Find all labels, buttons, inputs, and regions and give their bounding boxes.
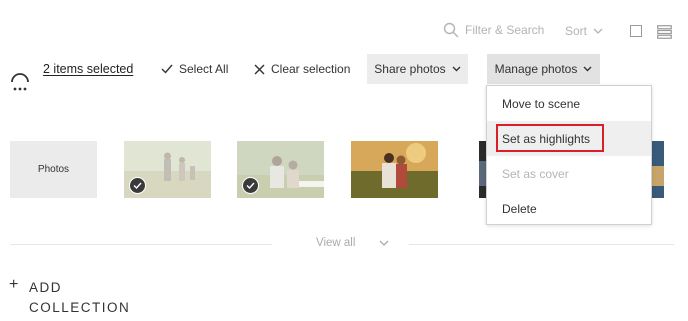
photo-thumbnail-2[interactable] xyxy=(237,141,324,198)
divider-left xyxy=(10,244,272,245)
divider-right xyxy=(409,244,674,245)
selected-check-icon[interactable] xyxy=(129,177,146,194)
annotation-highlight-box xyxy=(496,124,604,152)
select-all-button[interactable]: Select All xyxy=(161,62,228,76)
clear-selection-button[interactable]: Clear selection xyxy=(254,62,350,76)
menu-item-label: Move to scene xyxy=(502,96,581,111)
sort-dropdown[interactable]: Sort xyxy=(565,24,603,38)
chevron-down-icon xyxy=(593,28,603,34)
photos-tile[interactable]: Photos xyxy=(10,141,97,198)
select-all-label: Select All xyxy=(179,62,229,76)
share-photos-label: Share photos xyxy=(374,62,446,76)
couple-photo-image xyxy=(351,141,438,198)
manage-photos-button[interactable]: Manage photos xyxy=(487,54,600,84)
photos-tile-label: Photos xyxy=(37,164,70,175)
items-selected-link[interactable]: 2 items selected xyxy=(43,62,133,76)
add-collection-line2: COLLECTION xyxy=(29,300,131,315)
menu-item-delete[interactable]: Delete xyxy=(487,191,651,226)
manage-photos-menu: Move to scene Set as highlights Set as c… xyxy=(486,85,652,225)
view-all-label: View all xyxy=(316,237,356,249)
plus-icon[interactable]: + xyxy=(9,276,18,294)
single-view-icon[interactable] xyxy=(630,25,642,37)
menu-item-label: Delete xyxy=(502,201,537,216)
menu-item-label: Set as cover xyxy=(502,166,569,181)
sort-label: Sort xyxy=(565,24,588,38)
photo-thumbnail-3[interactable] xyxy=(351,141,438,198)
selected-check-icon[interactable] xyxy=(242,177,259,194)
menu-item-move-to-scene[interactable]: Move to scene xyxy=(487,86,651,121)
chevron-down-icon xyxy=(583,66,592,72)
menu-item-set-as-cover[interactable]: Set as cover xyxy=(487,156,651,191)
chevron-down-icon xyxy=(452,66,461,72)
add-collection-button[interactable]: ADD COLLECTION xyxy=(29,278,130,318)
manage-photos-label: Manage photos xyxy=(494,62,578,76)
grid-view-icon[interactable] xyxy=(657,25,672,39)
loading-spinner-icon xyxy=(11,73,29,91)
filter-search[interactable]: Filter & Search xyxy=(443,22,544,38)
view-all-button[interactable]: View all xyxy=(316,237,389,249)
search-icon xyxy=(443,22,459,38)
share-photos-button[interactable]: Share photos xyxy=(367,54,468,84)
filter-search-label: Filter & Search xyxy=(465,23,545,37)
photo-image xyxy=(652,141,664,198)
check-icon xyxy=(161,64,173,74)
close-icon xyxy=(254,64,265,74)
chevron-down-icon xyxy=(379,240,389,246)
photo-thumbnail-5-partial[interactable] xyxy=(652,141,664,198)
add-collection-line1: ADD xyxy=(29,280,63,295)
clear-selection-label: Clear selection xyxy=(271,62,351,76)
photo-thumbnail-1[interactable] xyxy=(124,141,211,198)
